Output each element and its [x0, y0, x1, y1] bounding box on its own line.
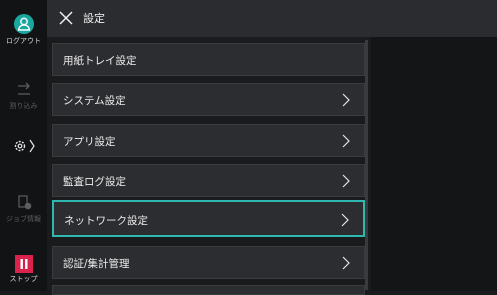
- stop-button[interactable]: ストップ: [0, 255, 47, 284]
- header-bar: [47, 0, 497, 37]
- page-title: 設定: [83, 12, 105, 25]
- logout-button[interactable]: ログアウト: [0, 14, 47, 46]
- job-info-label: ジョブ情報: [6, 215, 41, 223]
- menu-item-paper-tray[interactable]: 用紙トレイ設定: [52, 43, 365, 76]
- settings-button[interactable]: [0, 137, 47, 159]
- pause-icon: [14, 255, 33, 273]
- logout-label: ログアウト: [6, 37, 41, 45]
- interrupt-icon: [17, 82, 30, 95]
- menu-item-label: 用紙トレイ設定: [63, 55, 137, 67]
- scrollbar[interactable]: [365, 40, 368, 290]
- menu-item-label: ネットワーク設定: [64, 215, 148, 227]
- detail-pane: [371, 37, 497, 291]
- job-info-button[interactable]: ジョブ情報: [0, 193, 47, 224]
- menu-item-label: システム設定: [63, 95, 126, 107]
- menu-item-network[interactable]: ネットワーク設定: [52, 200, 365, 237]
- chevron-right-icon: [341, 213, 349, 227]
- interrupt-label: 割り込み: [9, 102, 38, 110]
- chevron-right-icon: [342, 256, 350, 270]
- left-rail: ログアウト 割り込み ジョブ情報 ストップ: [0, 0, 47, 291]
- chevron-right-icon: [342, 174, 350, 188]
- menu-item-label: 監査ログ設定: [63, 176, 126, 188]
- interrupt-button[interactable]: 割り込み: [0, 82, 47, 111]
- menu-item-label: 認証/集計管理: [63, 258, 130, 270]
- user-icon: [13, 14, 34, 34]
- menu-item-auth-accounting[interactable]: 認証/集計管理: [52, 246, 365, 279]
- chevron-right-icon: [342, 134, 350, 148]
- menu-item-label: アプリ設定: [63, 136, 116, 148]
- menu-item-audit-log[interactable]: 監査ログ設定: [52, 164, 365, 197]
- gear-icon: [14, 139, 35, 153]
- menu-item-app[interactable]: アプリ設定: [52, 124, 365, 157]
- chevron-right-icon: [342, 93, 350, 107]
- printer-info-icon: [17, 195, 31, 210]
- menu-item-system[interactable]: システム設定: [52, 83, 365, 116]
- menu-item-next[interactable]: [52, 285, 365, 295]
- close-icon[interactable]: [58, 10, 74, 26]
- stop-label: ストップ: [9, 275, 38, 283]
- settings-menu-list: 用紙トレイ設定 システム設定 アプリ設定 監査ログ設定 ネットワーク設定 認証/…: [47, 37, 371, 295]
